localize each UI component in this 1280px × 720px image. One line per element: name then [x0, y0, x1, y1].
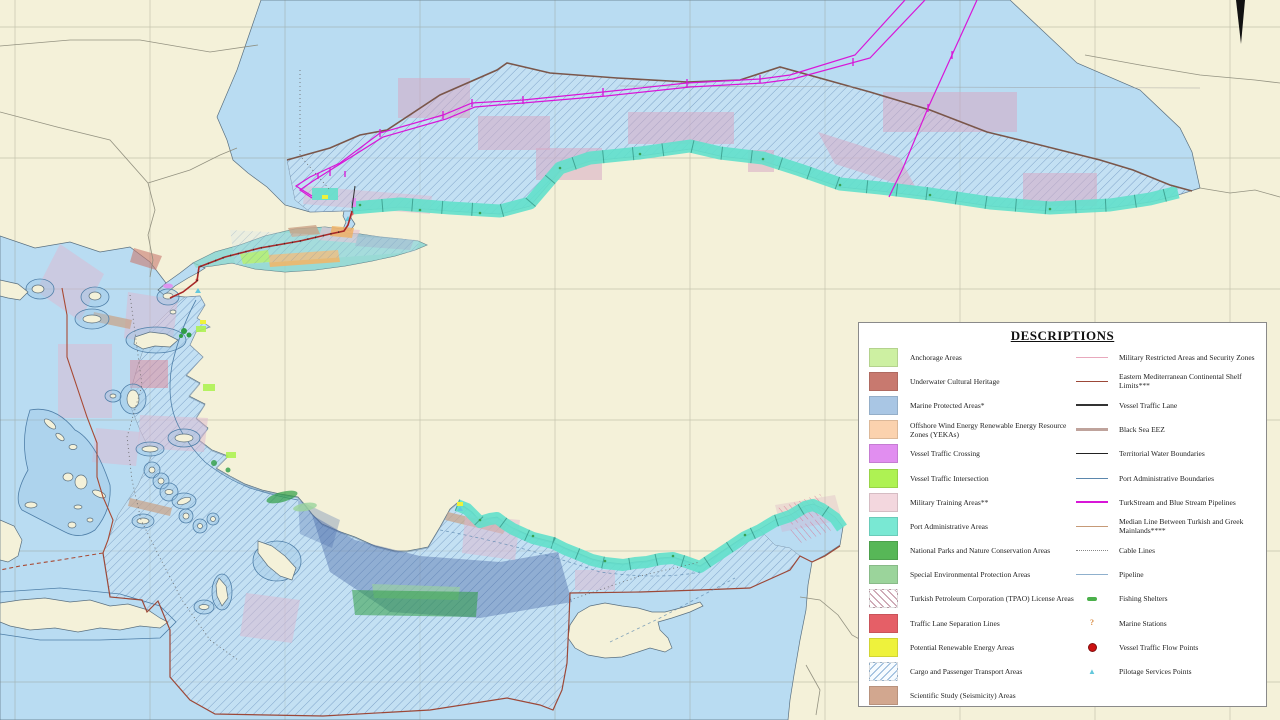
- legend-item: Underwater Cultural Heritage: [869, 369, 1074, 393]
- national-park-area: [352, 590, 478, 617]
- legend-item-label: Median Line Between Turkish and Greek Ma…: [1119, 517, 1265, 535]
- legend-item-label: Offshore Wind Energy Renewable Energy Re…: [910, 421, 1074, 439]
- legend-item: Port Administrative Boundaries: [1075, 466, 1265, 490]
- legend-symbol-line-icon: [1075, 381, 1109, 382]
- legend-item-label: Pilotage Services Points: [1119, 667, 1192, 676]
- legend-item: Cargo and Passenger Transport Areas: [869, 659, 1074, 683]
- legend-item-label: Military Restricted Areas and Security Z…: [1119, 353, 1255, 362]
- legend-item-label: Vessel Traffic Intersection: [910, 474, 989, 483]
- legend-item: Traffic Lane Separation Lines: [869, 611, 1074, 635]
- legend-symbol-text-icon: ?: [1075, 619, 1109, 627]
- legend-title: DESCRIPTIONS: [859, 328, 1266, 344]
- legend-swatch: [869, 638, 898, 657]
- legend-item: Median Line Between Turkish and Greek Ma…: [1075, 514, 1265, 538]
- legend-item: ? Marine Stations: [1075, 611, 1265, 635]
- legend-item-label: National Parks and Nature Conservation A…: [910, 546, 1050, 555]
- legend-item: Vessel Traffic Intersection: [869, 466, 1074, 490]
- legend-symbol-line-icon: [1075, 404, 1109, 406]
- legend-item-label: Anchorage Areas: [910, 353, 962, 362]
- legend-swatch: [869, 686, 898, 705]
- legend-panel: DESCRIPTIONS Anchorage Areas Underwater C…: [858, 322, 1267, 707]
- legend-item-label: Cargo and Passenger Transport Areas: [910, 667, 1022, 676]
- legend-item-label: Military Training Areas**: [910, 498, 988, 507]
- legend-swatch: [869, 517, 898, 536]
- legend-item: Anchorage Areas: [869, 345, 1074, 369]
- legend-swatch: [869, 396, 898, 415]
- legend-item: Offshore Wind Energy Renewable Energy Re…: [869, 418, 1074, 442]
- legend-symbol-dotted-icon: [1075, 550, 1109, 551]
- legend-item-label: Underwater Cultural Heritage: [910, 377, 1000, 386]
- legend-item: Military Training Areas**: [869, 490, 1074, 514]
- legend-item-label: Eastern Mediterranean Continental Shelf …: [1119, 372, 1265, 390]
- legend-item: Vessel Traffic Lane: [1075, 393, 1265, 417]
- legend-item: TurkStream and Blue Stream Pipelines: [1075, 490, 1265, 514]
- legend-swatch: [869, 662, 898, 681]
- legend-item-label: Territorial Water Boundaries: [1119, 449, 1205, 458]
- legend-symbol-dot-icon: [1075, 643, 1109, 652]
- legend-item-label: Pipeline: [1119, 570, 1144, 579]
- legend-item-label: Port Administrative Boundaries: [1119, 474, 1214, 483]
- legend-item-label: Fishing Shelters: [1119, 594, 1168, 603]
- legend-item: Turkish Petroleum Corporation (TPAO) Lic…: [869, 587, 1074, 611]
- legend-item-label: Marine Stations: [1119, 619, 1167, 628]
- legend-item-label: Port Administrative Areas: [910, 522, 988, 531]
- legend-item: Black Sea EEZ: [1075, 418, 1265, 442]
- legend-item-label: Scientific Study (Seismicity) Areas: [910, 691, 1016, 700]
- legend-item-label: Special Environmental Protection Areas: [910, 570, 1030, 579]
- legend-swatch: [869, 493, 898, 512]
- legend-swatch: [869, 348, 898, 367]
- legend-swatch: [869, 444, 898, 463]
- legend-symbol-line-icon: [1075, 428, 1109, 431]
- legend-symbol-items: Military Restricted Areas and Security Z…: [1075, 345, 1265, 684]
- legend-item-label: Vessel Traffic Lane: [1119, 401, 1177, 410]
- legend-item-label: Vessel Traffic Flow Points: [1119, 643, 1198, 652]
- legend-area-items: Anchorage Areas Underwater Cultural Herit…: [869, 345, 1074, 708]
- legend-item-label: Cable Lines: [1119, 546, 1155, 555]
- legend-swatch: [869, 420, 898, 439]
- legend-swatch: [869, 541, 898, 560]
- legend-symbol-line-icon: [1075, 478, 1109, 479]
- legend-swatch: [869, 565, 898, 584]
- legend-item: Special Environmental Protection Areas: [869, 563, 1074, 587]
- legend-swatch: [869, 372, 898, 391]
- legend-item-label: Potential Renewable Energy Areas: [910, 643, 1014, 652]
- legend-symbol-tri-icon: ▲: [1075, 668, 1109, 676]
- legend-item-label: Turkish Petroleum Corporation (TPAO) Lic…: [910, 594, 1074, 603]
- legend-item: Scientific Study (Seismicity) Areas: [869, 684, 1074, 708]
- legend-item: Potential Renewable Energy Areas: [869, 635, 1074, 659]
- legend-item: National Parks and Nature Conservation A…: [869, 539, 1074, 563]
- legend-swatch: [869, 469, 898, 488]
- legend-item: Marine Protected Areas*: [869, 393, 1074, 417]
- legend-symbol-line-icon: [1075, 357, 1109, 358]
- map-canvas: DESCRIPTIONS Anchorage Areas Underwater C…: [0, 0, 1280, 720]
- legend-item-label: Vessel Traffic Crossing: [910, 449, 980, 458]
- legend-item: Pipeline: [1075, 563, 1265, 587]
- legend-symbol-pill-icon: [1075, 597, 1109, 601]
- legend-item: Territorial Water Boundaries: [1075, 442, 1265, 466]
- legend-swatch: [869, 589, 898, 608]
- legend-item: Military Restricted Areas and Security Z…: [1075, 345, 1265, 369]
- legend-item-label: Marine Protected Areas*: [910, 401, 985, 410]
- legend-symbol-line-icon: [1075, 574, 1109, 575]
- legend-swatch: [869, 614, 898, 633]
- legend-symbol-line-icon: [1075, 526, 1109, 527]
- legend-item: Vessel Traffic Crossing: [869, 442, 1074, 466]
- legend-item: Eastern Mediterranean Continental Shelf …: [1075, 369, 1265, 393]
- legend-item: Fishing Shelters: [1075, 587, 1265, 611]
- legend-item-label: Black Sea EEZ: [1119, 425, 1165, 434]
- legend-item: ▲ Pilotage Services Points: [1075, 659, 1265, 683]
- legend-item: Port Administrative Areas: [869, 514, 1074, 538]
- legend-item-label: Traffic Lane Separation Lines: [910, 619, 1000, 628]
- legend-item: Vessel Traffic Flow Points: [1075, 635, 1265, 659]
- legend-item: Cable Lines: [1075, 539, 1265, 563]
- legend-item-label: TurkStream and Blue Stream Pipelines: [1119, 498, 1236, 507]
- legend-symbol-line-icon: [1075, 501, 1109, 503]
- legend-symbol-line-icon: [1075, 453, 1109, 454]
